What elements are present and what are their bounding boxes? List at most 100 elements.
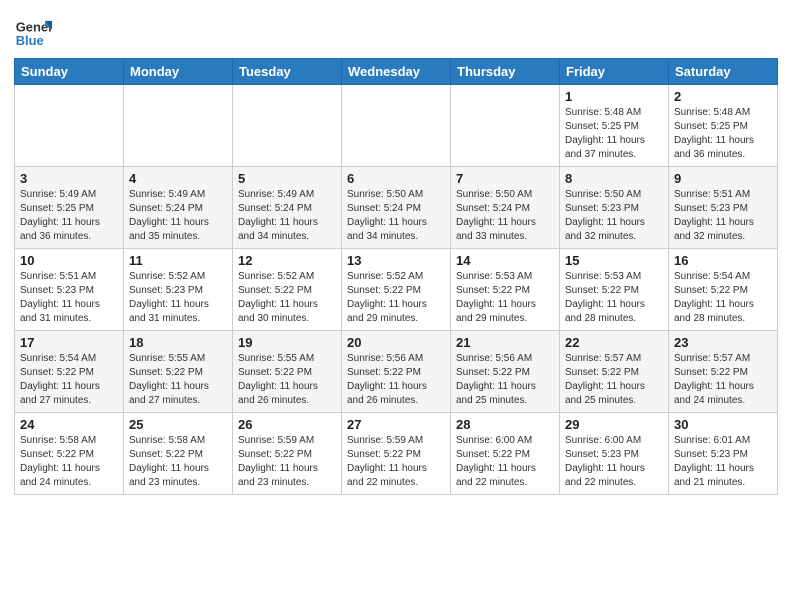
- calendar-cell-week4-day1: 17 Sunrise: 5:54 AMSunset: 5:22 PMDayligh…: [15, 331, 124, 413]
- calendar-cell-week1-day4: [342, 85, 451, 167]
- weekday-header-row: SundayMondayTuesdayWednesdayThursdayFrid…: [15, 59, 778, 85]
- calendar-cell-week2-day4: 6 Sunrise: 5:50 AMSunset: 5:24 PMDaylight…: [342, 167, 451, 249]
- day-number: 21: [456, 335, 554, 350]
- header: General Blue: [14, 10, 778, 52]
- page: General Blue SundayMondayTuesdayWednesda…: [0, 0, 792, 505]
- calendar-cell-week2-day3: 5 Sunrise: 5:49 AMSunset: 5:24 PMDaylight…: [233, 167, 342, 249]
- calendar-cell-week4-day5: 21 Sunrise: 5:56 AMSunset: 5:22 PMDayligh…: [451, 331, 560, 413]
- logo: General Blue: [14, 14, 52, 52]
- day-info: Sunrise: 5:49 AMSunset: 5:25 PMDaylight:…: [20, 188, 118, 244]
- day-number: 20: [347, 335, 445, 350]
- day-number: 29: [565, 417, 663, 432]
- calendar-cell-week5-day4: 27Sunrise: 5:59 AMSunset: 5:22 PMDayligh…: [342, 413, 451, 495]
- day-number: 1: [565, 89, 663, 104]
- day-info: Sunrise: 5:53 AMSunset: 5:22 PMDaylight:…: [565, 270, 663, 326]
- day-number: 11: [129, 253, 227, 268]
- calendar-cell-week5-day6: 29Sunrise: 6:00 AMSunset: 5:23 PMDayligh…: [560, 413, 669, 495]
- weekday-header-wednesday: Wednesday: [342, 59, 451, 85]
- calendar-cell-week3-day7: 16 Sunrise: 5:54 AMSunset: 5:22 PMDayligh…: [669, 249, 778, 331]
- calendar-cell-week1-day7: 2 Sunrise: 5:48 AMSunset: 5:25 PMDaylight…: [669, 85, 778, 167]
- day-info: Sunrise: 5:50 AMSunset: 5:24 PMDaylight:…: [456, 188, 554, 244]
- day-info: Sunrise: 5:58 AMSunset: 5:22 PMDaylight:…: [20, 434, 118, 490]
- calendar-cell-week4-day2: 18Sunrise: 5:55 AMSunset: 5:22 PMDayligh…: [124, 331, 233, 413]
- calendar-cell-week5-day3: 26Sunrise: 5:59 AMSunset: 5:22 PMDayligh…: [233, 413, 342, 495]
- day-info: Sunrise: 5:49 AMSunset: 5:24 PMDaylight:…: [129, 188, 227, 244]
- calendar-cell-week4-day4: 20 Sunrise: 5:56 AMSunset: 5:22 PMDayligh…: [342, 331, 451, 413]
- calendar-week-4: 17 Sunrise: 5:54 AMSunset: 5:22 PMDayligh…: [15, 331, 778, 413]
- calendar-cell-week1-day6: 1 Sunrise: 5:48 AMSunset: 5:25 PMDaylight…: [560, 85, 669, 167]
- calendar-week-5: 24 Sunrise: 5:58 AMSunset: 5:22 PMDayligh…: [15, 413, 778, 495]
- day-number: 18: [129, 335, 227, 350]
- day-info: Sunrise: 5:48 AMSunset: 5:25 PMDaylight:…: [674, 106, 772, 162]
- day-info: Sunrise: 5:56 AMSunset: 5:22 PMDaylight:…: [347, 352, 445, 408]
- calendar-cell-week2-day5: 7 Sunrise: 5:50 AMSunset: 5:24 PMDaylight…: [451, 167, 560, 249]
- day-number: 3: [20, 171, 118, 186]
- day-number: 13: [347, 253, 445, 268]
- day-number: 12: [238, 253, 336, 268]
- weekday-header-friday: Friday: [560, 59, 669, 85]
- day-info: Sunrise: 5:56 AMSunset: 5:22 PMDaylight:…: [456, 352, 554, 408]
- calendar-cell-week4-day7: 23 Sunrise: 5:57 AMSunset: 5:22 PMDayligh…: [669, 331, 778, 413]
- day-info: Sunrise: 5:49 AMSunset: 5:24 PMDaylight:…: [238, 188, 336, 244]
- day-number: 28: [456, 417, 554, 432]
- day-number: 5: [238, 171, 336, 186]
- day-info: Sunrise: 5:57 AMSunset: 5:22 PMDaylight:…: [674, 352, 772, 408]
- calendar-cell-week3-day1: 10 Sunrise: 5:51 AMSunset: 5:23 PMDayligh…: [15, 249, 124, 331]
- weekday-header-thursday: Thursday: [451, 59, 560, 85]
- day-number: 7: [456, 171, 554, 186]
- day-number: 16: [674, 253, 772, 268]
- weekday-header-saturday: Saturday: [669, 59, 778, 85]
- day-number: 30: [674, 417, 772, 432]
- day-number: 17: [20, 335, 118, 350]
- day-number: 23: [674, 335, 772, 350]
- day-info: Sunrise: 5:53 AMSunset: 5:22 PMDaylight:…: [456, 270, 554, 326]
- day-info: Sunrise: 6:01 AMSunset: 5:23 PMDaylight:…: [674, 434, 772, 490]
- logo-icon: General Blue: [14, 14, 52, 52]
- day-number: 9: [674, 171, 772, 186]
- day-number: 6: [347, 171, 445, 186]
- day-number: 4: [129, 171, 227, 186]
- calendar-cell-week3-day4: 13 Sunrise: 5:52 AMSunset: 5:22 PMDayligh…: [342, 249, 451, 331]
- calendar-cell-week3-day6: 15 Sunrise: 5:53 AMSunset: 5:22 PMDayligh…: [560, 249, 669, 331]
- calendar-week-1: 1 Sunrise: 5:48 AMSunset: 5:25 PMDaylight…: [15, 85, 778, 167]
- day-number: 15: [565, 253, 663, 268]
- calendar-cell-week1-day1: [15, 85, 124, 167]
- calendar-week-3: 10 Sunrise: 5:51 AMSunset: 5:23 PMDayligh…: [15, 249, 778, 331]
- day-info: Sunrise: 5:52 AMSunset: 5:23 PMDaylight:…: [129, 270, 227, 326]
- calendar-week-2: 3 Sunrise: 5:49 AMSunset: 5:25 PMDaylight…: [15, 167, 778, 249]
- day-number: 10: [20, 253, 118, 268]
- day-info: Sunrise: 5:55 AMSunset: 5:22 PMDaylight:…: [238, 352, 336, 408]
- day-info: Sunrise: 5:57 AMSunset: 5:22 PMDaylight:…: [565, 352, 663, 408]
- day-info: Sunrise: 5:50 AMSunset: 5:24 PMDaylight:…: [347, 188, 445, 244]
- day-number: 24: [20, 417, 118, 432]
- calendar-cell-week3-day5: 14 Sunrise: 5:53 AMSunset: 5:22 PMDayligh…: [451, 249, 560, 331]
- weekday-header-tuesday: Tuesday: [233, 59, 342, 85]
- calendar-cell-week2-day2: 4 Sunrise: 5:49 AMSunset: 5:24 PMDaylight…: [124, 167, 233, 249]
- day-number: 27: [347, 417, 445, 432]
- day-info: Sunrise: 5:54 AMSunset: 5:22 PMDaylight:…: [674, 270, 772, 326]
- day-number: 8: [565, 171, 663, 186]
- calendar-cell-week3-day3: 12Sunrise: 5:52 AMSunset: 5:22 PMDayligh…: [233, 249, 342, 331]
- day-number: 25: [129, 417, 227, 432]
- calendar-cell-week1-day3: [233, 85, 342, 167]
- day-info: Sunrise: 5:51 AMSunset: 5:23 PMDaylight:…: [20, 270, 118, 326]
- calendar-cell-week5-day2: 25 Sunrise: 5:58 AMSunset: 5:22 PMDayligh…: [124, 413, 233, 495]
- day-info: Sunrise: 5:54 AMSunset: 5:22 PMDaylight:…: [20, 352, 118, 408]
- day-info: Sunrise: 5:58 AMSunset: 5:22 PMDaylight:…: [129, 434, 227, 490]
- weekday-header-sunday: Sunday: [15, 59, 124, 85]
- calendar-cell-week4-day6: 22 Sunrise: 5:57 AMSunset: 5:22 PMDayligh…: [560, 331, 669, 413]
- weekday-header-monday: Monday: [124, 59, 233, 85]
- day-number: 22: [565, 335, 663, 350]
- day-number: 2: [674, 89, 772, 104]
- calendar-cell-week2-day1: 3 Sunrise: 5:49 AMSunset: 5:25 PMDaylight…: [15, 167, 124, 249]
- calendar-cell-week2-day6: 8Sunrise: 5:50 AMSunset: 5:23 PMDaylight…: [560, 167, 669, 249]
- day-number: 26: [238, 417, 336, 432]
- calendar-cell-week2-day7: 9Sunrise: 5:51 AMSunset: 5:23 PMDaylight…: [669, 167, 778, 249]
- day-info: Sunrise: 5:52 AMSunset: 5:22 PMDaylight:…: [347, 270, 445, 326]
- calendar-cell-week4-day3: 19Sunrise: 5:55 AMSunset: 5:22 PMDayligh…: [233, 331, 342, 413]
- day-info: Sunrise: 5:48 AMSunset: 5:25 PMDaylight:…: [565, 106, 663, 162]
- calendar-cell-week1-day2: [124, 85, 233, 167]
- calendar-cell-week5-day1: 24 Sunrise: 5:58 AMSunset: 5:22 PMDayligh…: [15, 413, 124, 495]
- day-number: 14: [456, 253, 554, 268]
- calendar-cell-week5-day5: 28Sunrise: 6:00 AMSunset: 5:22 PMDayligh…: [451, 413, 560, 495]
